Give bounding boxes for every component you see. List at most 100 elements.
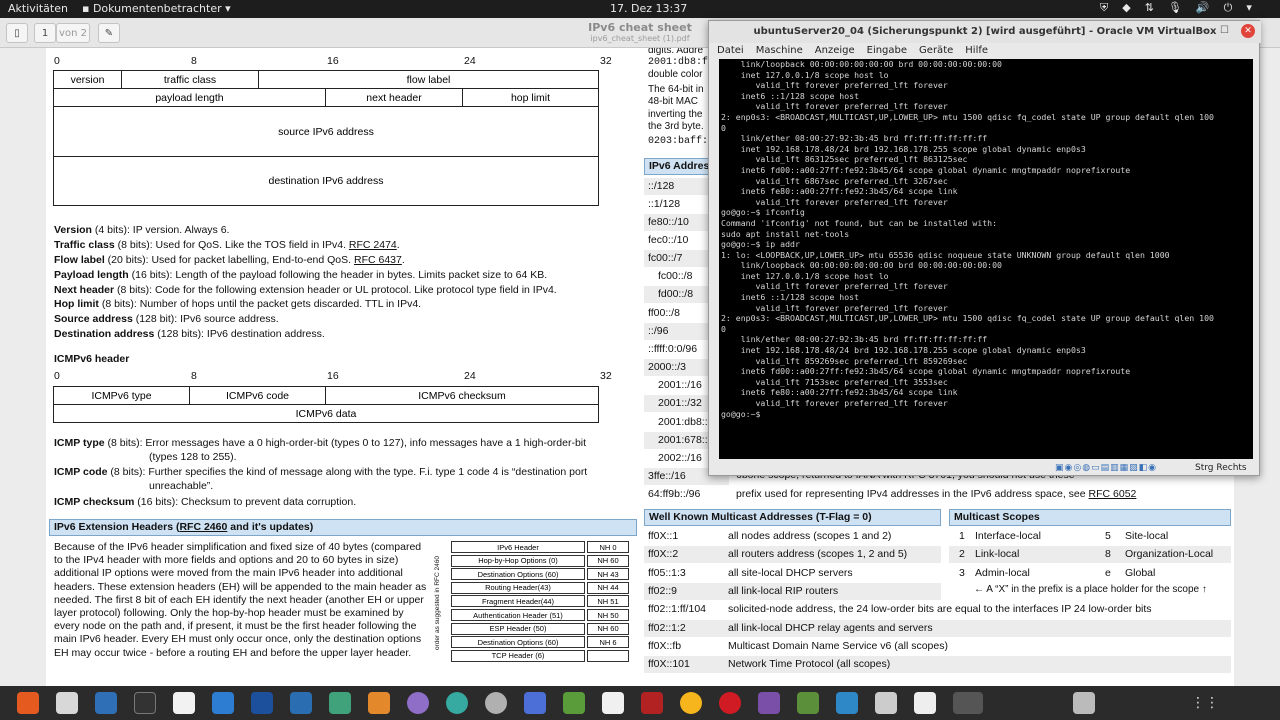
status-device-icons[interactable]: ▣◉◎◍▭▤▥▦▧◧◉ xyxy=(1055,463,1157,473)
multicast-description: all link-local DHCP relay agents and ser… xyxy=(728,621,933,634)
vbox-title-bar[interactable]: ubuntuServer20_04 (Sicherungspunkt 2) [w… xyxy=(709,21,1261,43)
activities-button[interactable]: Aktivitäten xyxy=(8,2,68,15)
files-icon[interactable] xyxy=(56,692,78,714)
partial-line: double color xyxy=(648,69,703,80)
terminal-line: link/loopback 00:00:00:00:00:00 brd 00:0… xyxy=(721,260,1002,271)
scope-name: Link-local xyxy=(975,548,1020,561)
menu-anzeige[interactable]: Anzeige xyxy=(815,43,855,59)
terminal-line: go@go:~$ ip addr xyxy=(721,239,800,250)
screenshot-icon[interactable] xyxy=(524,692,546,714)
network-tool-icon[interactable] xyxy=(251,692,273,714)
sidebar-toggle-icon[interactable]: ▯ xyxy=(6,23,28,43)
scope-code: 5 xyxy=(1105,530,1111,542)
text-editor-icon[interactable] xyxy=(173,692,195,714)
multicast-row: ff05::1:3 all site-local DHCP servers xyxy=(644,565,941,582)
rfc-link[interactable]: RFC 2460 xyxy=(179,521,227,533)
tick-label: 16 xyxy=(327,370,339,382)
document-viewer-icon[interactable] xyxy=(602,692,624,714)
next-header-code: NH 51 xyxy=(587,595,629,608)
terminal-line: valid_lft 6867sec preferred_lft 3267sec xyxy=(721,175,948,186)
terminal-line: inet6 fe80::a00:27ff:fe92:3b45/64 scope … xyxy=(721,387,958,398)
tick-label: 8 xyxy=(191,55,197,67)
system-tray[interactable]: ⛨ ◆ ⇅ 🎙 🔊 ⏻ ▾ xyxy=(1100,1,1252,15)
multicast-address: ff02::1:ff/104 xyxy=(648,603,706,616)
power-icon[interactable]: ⏻ xyxy=(1224,1,1233,15)
multicast-row: ff0X::2 all routers address (scopes 1, 2 … xyxy=(644,546,941,564)
tick-label: 8 xyxy=(191,370,197,382)
app-menu[interactable]: ▪ Dokumentenbetrachter ▾ xyxy=(82,2,231,15)
field-destination-address: destination IPv6 address xyxy=(53,156,599,206)
app-grid-icon[interactable]: ⋮⋮ xyxy=(1191,692,1219,714)
disk-tool-icon[interactable] xyxy=(407,692,429,714)
scope-app-icon[interactable] xyxy=(290,692,312,714)
scope-row: 3 Admin-local e Global xyxy=(949,565,1231,582)
rfc-link[interactable]: RFC 2474 xyxy=(349,239,397,251)
icmp-desc: ICMP type (8 bits): Error messages have … xyxy=(54,437,587,449)
mic-icon[interactable]: 🎙 xyxy=(1168,1,1182,15)
multicast-address: ff02::9 xyxy=(648,584,677,597)
terminal-line: valid_lft forever preferred_lft forever xyxy=(721,398,948,408)
menu-maschine[interactable]: Maschine xyxy=(756,43,803,59)
terminal-icon[interactable] xyxy=(134,692,156,714)
menu-eingabe[interactable]: Eingabe xyxy=(867,43,907,59)
extension-headers-title: IPv6 Extension Headers (RFC 2460 and it'… xyxy=(49,519,637,536)
browser-icon[interactable] xyxy=(446,692,468,714)
drawing-app-icon[interactable] xyxy=(329,692,351,714)
app-icon[interactable] xyxy=(797,692,819,714)
extension-headers-paragraph: Because of the IPv6 header simplificatio… xyxy=(54,541,427,659)
pdf-icon[interactable] xyxy=(914,692,936,714)
terminal-line: sudo apt install net-tools xyxy=(721,228,850,239)
opera-icon[interactable] xyxy=(719,692,741,714)
maximize-icon[interactable]: ☐ xyxy=(1220,25,1229,36)
settings-icon[interactable] xyxy=(485,692,507,714)
virtualbox-window[interactable]: ubuntuServer20_04 (Sicherungspunkt 2) [w… xyxy=(708,20,1261,477)
terminal-line: 2: enp0s3: <BROADCAST,MULTICAST,UP,LOWER… xyxy=(721,111,1214,122)
volume-icon[interactable]: 🔊 xyxy=(1196,1,1210,15)
terminal-line: link/ether 08:00:27:92:3b:45 brd ff:ff:f… xyxy=(721,133,988,144)
multicast-row: ff0X::fb Multicast Domain Name Service v6… xyxy=(644,638,1231,655)
annotate-icon[interactable]: ✎ xyxy=(98,23,120,43)
filezilla-icon[interactable] xyxy=(641,692,663,714)
firefox-icon[interactable] xyxy=(17,692,39,714)
clock[interactable]: 17. Dez 13:37 xyxy=(610,2,687,15)
network-icon[interactable]: ⇅ xyxy=(1145,1,1154,15)
multicast-address: ff0X::2 xyxy=(648,548,679,561)
menu-geraete[interactable]: Geräte xyxy=(919,43,953,59)
media-icon[interactable] xyxy=(758,692,780,714)
terminal-line: inet 192.168.178.48/24 brd 192.168.178.2… xyxy=(721,143,1086,154)
page-number-input[interactable]: 1 xyxy=(34,23,56,43)
field-flow-label: flow label xyxy=(258,70,599,89)
terminal-line: 1: lo: <LOOPBACK,UP,LOWER_UP> mtu 65536 … xyxy=(721,249,1170,260)
trash-icon[interactable] xyxy=(1073,692,1095,714)
puzzle-icon[interactable] xyxy=(836,692,858,714)
field-next-header: next header xyxy=(325,88,463,107)
rfc-link[interactable]: RFC 6052 xyxy=(1089,488,1137,500)
icmp-desc-cont: unreachable”. xyxy=(149,480,214,492)
wireshark-icon[interactable] xyxy=(212,692,234,714)
tick-label: 0 xyxy=(54,55,60,67)
document-filename: ipv6_cheat_sheet (1).pdf xyxy=(590,34,690,43)
software-center-icon[interactable] xyxy=(368,692,390,714)
writer-icon[interactable] xyxy=(95,692,117,714)
menu-arrow-icon[interactable]: ▾ xyxy=(1246,1,1252,15)
partial-line: the 3rd byte. xyxy=(648,121,704,132)
field-traffic-class: traffic class xyxy=(121,70,259,89)
vbox-status-bar: ▣◉◎◍▭▤▥▦▧◧◉ Strg Rechts xyxy=(709,461,1261,477)
search-tool-icon[interactable] xyxy=(875,692,897,714)
next-header-code: NH 50 xyxy=(587,609,629,621)
rfc-link[interactable]: RFC 6437 xyxy=(354,254,402,266)
multicast-address: ff0X::fb xyxy=(648,639,682,652)
minimize-icon[interactable]: – xyxy=(1202,25,1207,36)
photos-icon[interactable] xyxy=(680,692,702,714)
address-prefix: 64:ff9b::/96 xyxy=(648,488,701,500)
close-icon[interactable]: ✕ xyxy=(1241,24,1255,38)
menu-datei[interactable]: Datei xyxy=(717,43,744,59)
menu-hilfe[interactable]: Hilfe xyxy=(965,43,988,59)
terminal-screen[interactable]: link/loopback 00:00:00:00:00:00 brd 00:0… xyxy=(719,59,1253,459)
extension-header: IPv6 Header xyxy=(451,541,585,553)
vpn-icon[interactable]: ⛨ xyxy=(1100,1,1108,15)
virtualbox-icon[interactable] xyxy=(953,692,983,714)
image-viewer-icon[interactable] xyxy=(563,692,585,714)
tick-label: 32 xyxy=(600,370,612,382)
shield-icon[interactable]: ◆ xyxy=(1122,1,1130,15)
